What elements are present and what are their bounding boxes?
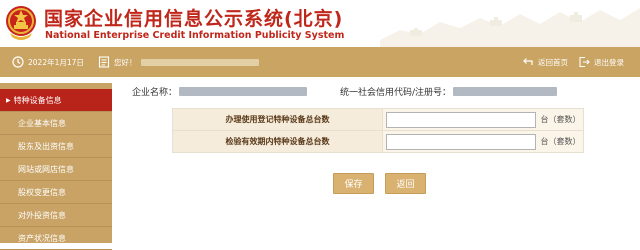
redacted-company-name [179, 87, 308, 96]
registered-equipment-input[interactable] [386, 111, 536, 128]
back-home-link[interactable]: 返回首页 [522, 47, 568, 77]
redacted-username [140, 58, 259, 66]
site-title: 国家企业信用信息公示系统(北京) [44, 8, 344, 30]
valid-inspection-input[interactable] [386, 133, 536, 150]
valid-inspection-cell: 台（套数） [382, 130, 584, 153]
company-name-label: 企业名称： [132, 88, 178, 98]
unit-label: 台（套数） [540, 115, 581, 124]
equipment-form: 办理使用登记特种设备总台数 台（套数） 检验有效期内特种设备总台数 台（套数） [172, 108, 584, 153]
registered-equipment-label: 办理使用登记特种设备总台数 [172, 108, 383, 131]
logout-icon [579, 56, 590, 68]
return-arrow-icon [523, 58, 533, 65]
sidebar-item-basic-info[interactable]: 企业基本信息 [0, 112, 112, 135]
great-wall-decoration [380, 8, 640, 47]
user-card-icon [98, 56, 110, 68]
site-subtitle: National Enterprise Credit Information P… [45, 30, 345, 41]
valid-inspection-label: 检验有效期内特种设备总台数 [172, 130, 383, 153]
sidebar-item-website[interactable]: 网站或网店信息 [0, 158, 112, 181]
save-button[interactable]: 保存 [333, 173, 374, 194]
triangle-right-icon: ▶ [6, 96, 11, 104]
date-text: 2022年1月17日 [28, 57, 84, 67]
greeting-text: 您好！ [114, 57, 137, 67]
date-display: 2022年1月17日 [12, 47, 84, 77]
sidebar-item-assets[interactable]: 资产状况信息 [0, 227, 112, 250]
form-row: 办理使用登记特种设备总台数 台（套数） [172, 108, 584, 131]
national-emblem-icon [6, 6, 36, 40]
sidebar-item-investment[interactable]: 对外投资信息 [0, 204, 112, 227]
logout-link[interactable]: 退出登录 [578, 47, 624, 77]
site-header: 国家企业信用信息公示系统(北京) National Enterprise Cre… [0, 0, 640, 47]
credit-code-label: 统一社会信用代码/注册号： [340, 88, 452, 98]
sidebar-item-equity-change[interactable]: 股权变更信息 [0, 181, 112, 204]
credit-code-line: 统一社会信用代码/注册号： [340, 85, 558, 98]
unit-label: 台（套数） [540, 137, 581, 146]
top-bar: 2022年1月17日 您好！ 返回首页 退出登录 [0, 47, 640, 77]
registered-equipment-cell: 台（套数） [382, 108, 584, 131]
redacted-credit-code [453, 87, 558, 96]
sidebar-item-shareholders[interactable]: 股东及出资信息 [0, 135, 112, 158]
company-name-line: 企业名称： [132, 85, 308, 98]
clock-icon [12, 56, 24, 68]
user-greeting: 您好！ [98, 47, 259, 77]
sidebar-nav: ▶ 特种设备信息 企业基本信息 股东及出资信息 网站或网店信息 股权变更信息 对… [0, 83, 112, 250]
back-button[interactable]: 返回 [385, 173, 426, 194]
form-row: 检验有效期内特种设备总台数 台（套数） [172, 130, 584, 153]
sidebar-item-special-equipment[interactable]: ▶ 特种设备信息 [0, 89, 112, 112]
